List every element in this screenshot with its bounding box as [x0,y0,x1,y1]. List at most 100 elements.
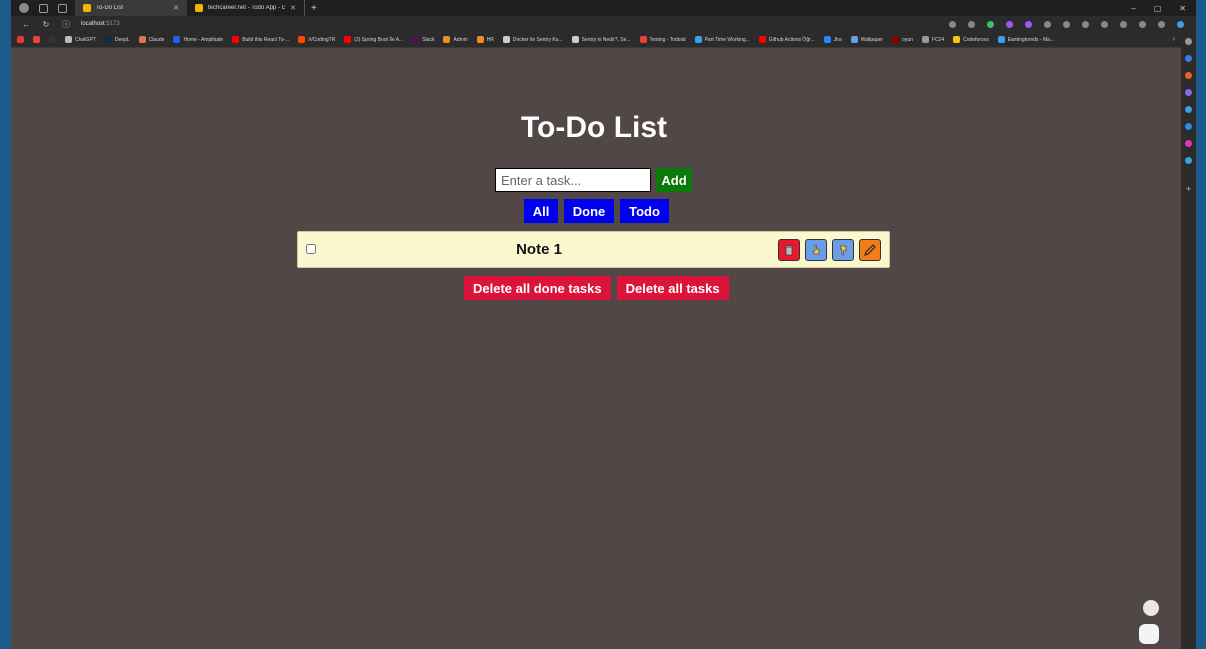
read-aloud-icon[interactable] [949,20,956,28]
bookmark-label: Jira [833,36,842,43]
refresh-icon[interactable]: ↻ [41,20,51,29]
tab-techcareer[interactable]: techcareer.net - Todo App - Goo ✕ [187,0,305,16]
move-up-button[interactable] [805,239,827,261]
bookmark-favicon [571,36,579,43]
shopping-icon[interactable] [1185,72,1192,79]
bookmark-item[interactable] [49,36,56,43]
extensions-puzzle-icon[interactable] [1044,20,1051,28]
bookmark-favicon [921,36,929,43]
toolbar-icons [949,20,1196,28]
collections-icon[interactable] [1101,20,1108,28]
telegram-icon[interactable] [1185,157,1192,164]
tab-todo-list[interactable]: To-Do List ✕ [75,0,187,16]
bookmark-item[interactable]: FC24 [921,36,945,43]
trash-icon [784,245,794,256]
copilot-icon[interactable] [1177,20,1184,28]
people-icon[interactable] [1185,89,1192,96]
history-icon[interactable] [1120,20,1127,28]
bookmark-item[interactable]: Codeforces [953,36,989,43]
favorite-star-icon[interactable] [968,20,975,28]
bookmark-favicon [173,36,181,43]
bookmark-item[interactable]: Wallpaper [850,36,884,43]
bookmark-label: /r/CodingTR [308,36,336,43]
address-bar: ← ↻ ⓘ localhost:5173 [11,16,1196,32]
bookmark-item[interactable]: Jira [823,36,842,43]
extension-icon[interactable] [1006,20,1013,28]
bookmark-item[interactable]: Claude [138,36,165,43]
bookmark-item[interactable]: Home - Amplitude [173,36,223,43]
bookmark-item[interactable] [33,36,40,43]
designer-icon[interactable] [1185,140,1192,147]
collections-icon[interactable] [39,3,48,13]
extension-icon[interactable] [1025,20,1032,28]
bookmark-label: FC24 [931,36,945,43]
close-window-button[interactable]: ✕ [1179,4,1186,13]
bookmark-item[interactable]: Slack [412,36,434,43]
bookmark-label: Home - Amplitude [183,36,224,43]
bookmark-favicon [33,36,40,43]
delete-done-button[interactable]: Delete all done tasks [464,276,611,300]
bookmark-label: Sentry io Nedir?, Se... [581,36,631,43]
bookmark-item[interactable]: Admin [443,36,468,43]
bookmark-item[interactable] [17,36,24,43]
tag-icon[interactable] [1185,55,1192,62]
bookmark-item[interactable]: DeepL [104,36,130,43]
bookmarks-overflow-button[interactable]: › [1173,36,1181,43]
back-arrow-icon[interactable]: ← [21,20,31,29]
tab-actions-icon[interactable] [58,3,67,13]
bookmarks-bar: ChatGPT DeepL Claude Home - Amplitude Build … [11,32,1181,48]
move-down-button[interactable] [832,239,854,261]
floating-settings-icon[interactable] [1143,600,1159,616]
tab-favicon [195,4,203,12]
new-tab-button[interactable]: + [311,3,317,14]
maximize-button[interactable]: ▢ [1154,4,1162,13]
favorites-icon[interactable] [1082,20,1089,28]
add-button[interactable]: Add [656,168,692,192]
bookmark-item[interactable]: Build this React To-... [232,36,289,43]
filter-todo-button[interactable]: Todo [620,199,669,223]
bookmark-item[interactable]: oyun [892,36,913,43]
bookmark-favicon [17,36,24,43]
more-menu-icon[interactable] [1158,20,1165,28]
bookmark-label: Codeforces [963,36,989,43]
bookmark-label: Build this React To-... [242,36,290,43]
split-screen-icon[interactable] [1063,20,1070,28]
copilot-icon[interactable] [1185,106,1192,113]
floating-extension-icon[interactable] [1139,624,1159,644]
bookmark-favicon [232,36,240,43]
search-icon[interactable] [1185,38,1192,45]
bookmark-item[interactable]: Github Actions Öğr... [758,36,815,43]
bookmark-item[interactable]: HR [476,36,494,43]
delete-all-button[interactable]: Delete all tasks [616,276,729,300]
bookmark-item[interactable]: ChatGPT [65,36,96,43]
close-tab-icon[interactable]: ✕ [290,4,296,12]
bookmark-label: Wallpaper [860,36,884,43]
bookmark-favicon [850,36,858,43]
bookmark-item[interactable]: (2) Spring Boot İle A... [344,36,403,43]
add-sidebar-icon[interactable]: + [1186,185,1191,194]
bookmark-label: Docker ile Sentry Ku... [512,36,563,43]
edit-button[interactable] [859,239,881,261]
outlook-icon[interactable] [1185,123,1192,130]
filter-done-button[interactable]: Done [564,199,614,223]
site-info-icon[interactable]: ⓘ [61,19,71,30]
filter-buttons: All Done Todo [524,199,669,223]
bookmark-item[interactable]: Part Time Working... [694,36,750,43]
bookmark-label: Claude [148,36,165,43]
filter-all-button[interactable]: All [524,199,558,223]
bookmark-item[interactable]: /r/CodingTR [298,36,335,43]
url-field[interactable]: localhost:5173 [81,21,120,27]
bookmark-item[interactable]: Testing - Todoist [639,36,686,43]
profile-icon[interactable] [19,3,29,13]
extension-shield-icon[interactable] [987,20,994,28]
bookmark-item[interactable]: Eamingtrends - Ma... [997,36,1054,43]
bookmark-item[interactable]: Sentry io Nedir?, Se... [571,36,631,43]
close-tab-icon[interactable]: ✕ [173,4,179,12]
delete-button[interactable] [778,239,800,261]
bookmark-label: Github Actions Öğr... [768,36,815,43]
tab-label: To-Do List [96,5,124,11]
performance-icon[interactable] [1139,20,1146,28]
minimize-button[interactable]: – [1131,4,1135,13]
task-input[interactable] [495,168,651,192]
bookmark-item[interactable]: Docker ile Sentry Ku... [502,36,563,43]
